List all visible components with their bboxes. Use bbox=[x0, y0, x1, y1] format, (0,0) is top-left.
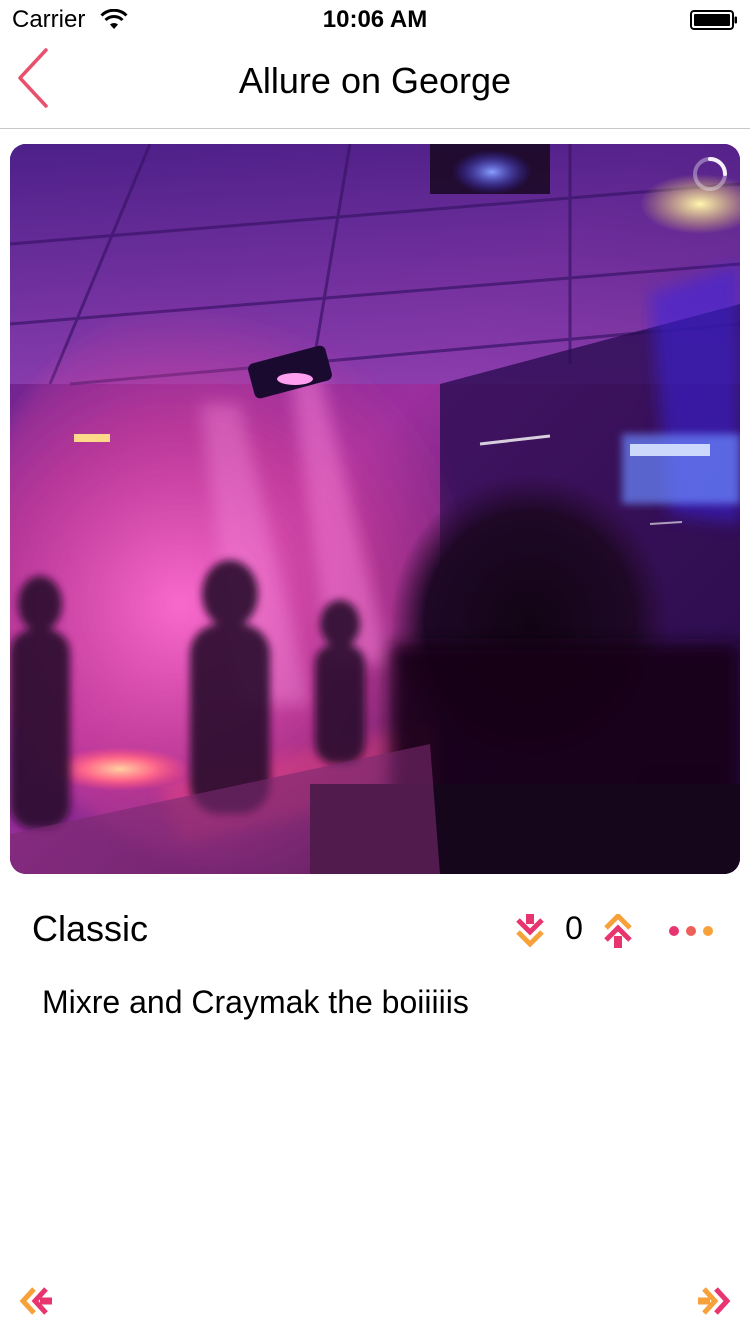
battery-icon bbox=[690, 10, 737, 30]
post-photo[interactable] bbox=[10, 144, 740, 874]
previous-post-button[interactable] bbox=[18, 1286, 54, 1316]
next-post-button[interactable] bbox=[696, 1286, 732, 1316]
double-chevron-right-icon bbox=[698, 1287, 731, 1315]
loading-spinner-icon bbox=[693, 157, 727, 191]
upvote-button[interactable] bbox=[602, 912, 634, 948]
more-dots-icon bbox=[669, 926, 713, 936]
more-options-button[interactable] bbox=[664, 918, 720, 944]
post-category: Classic bbox=[32, 908, 149, 949]
page-title: Allure on George bbox=[238, 60, 512, 101]
double-chevron-left-icon bbox=[19, 1287, 52, 1315]
status-bar: Carrier 10:06 AM bbox=[0, 0, 750, 40]
navigation-bar: Allure on George bbox=[0, 40, 750, 129]
double-chevron-down-icon bbox=[516, 914, 544, 948]
app-screen: Carrier 10:06 AM Allure on George Classi… bbox=[0, 0, 750, 1334]
downvote-button[interactable] bbox=[514, 914, 546, 948]
club-scene-image bbox=[10, 144, 740, 874]
post-caption: Mixre and Craymak the boiiiiis bbox=[42, 984, 469, 1020]
double-chevron-up-icon bbox=[604, 912, 632, 948]
status-time: 10:06 AM bbox=[322, 6, 428, 33]
vote-count: 0 bbox=[565, 910, 583, 946]
